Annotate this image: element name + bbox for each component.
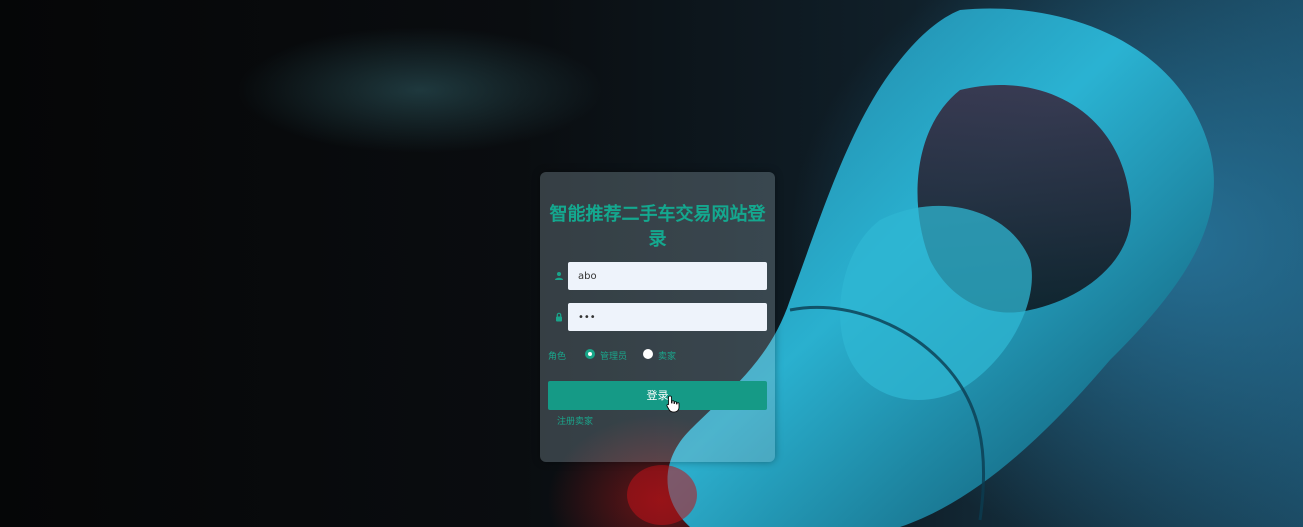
password-row	[548, 303, 767, 331]
role-seller-label: 卖家	[658, 352, 677, 362]
lock-icon	[556, 312, 562, 322]
login-title: 智能推荐二手车交易网站登录	[549, 204, 766, 250]
role-label: 角色	[548, 352, 567, 362]
role-admin-label: 管理员	[600, 352, 628, 362]
login-panel: 智能推荐二手车交易网站登录 角色 管理员 卖家 登录 注册卖家	[540, 172, 775, 462]
username-row	[548, 262, 767, 290]
role-seller-radio[interactable]	[643, 349, 653, 359]
role-selector: 角色 管理员 卖家	[548, 348, 767, 362]
hand-cursor-icon	[666, 395, 680, 413]
username-input[interactable]	[568, 262, 767, 290]
user-icon	[555, 272, 563, 280]
role-admin-radio[interactable]	[585, 349, 595, 359]
password-input[interactable]	[568, 303, 767, 331]
register-seller-link[interactable]: 注册卖家	[557, 414, 593, 427]
login-button[interactable]: 登录	[548, 381, 767, 410]
